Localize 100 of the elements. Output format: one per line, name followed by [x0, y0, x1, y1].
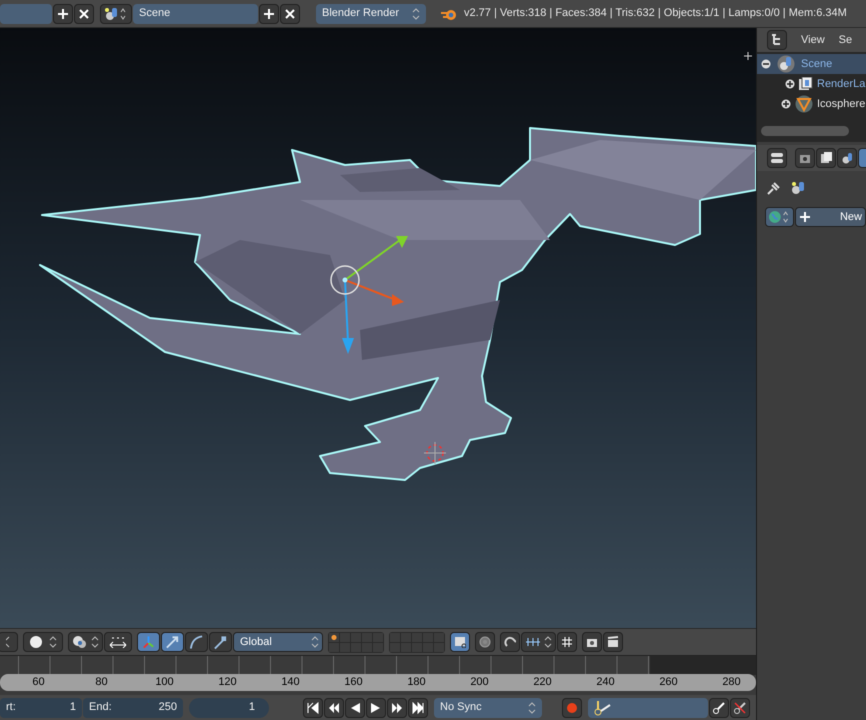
layer-cell[interactable] — [340, 642, 350, 652]
manipulator-button[interactable] — [209, 632, 232, 652]
field-value: 1 — [248, 700, 255, 716]
layer-cell[interactable] — [373, 632, 383, 642]
manipulator-button[interactable] — [185, 632, 208, 652]
record-button[interactable] — [562, 698, 582, 718]
layer-cell[interactable] — [351, 632, 361, 642]
properties-tab[interactable] — [795, 148, 815, 168]
start-field[interactable]: rt: 1 — [0, 698, 82, 718]
proportional-icon — [479, 636, 491, 648]
frame-label: 240 — [595, 675, 616, 690]
render-icon — [799, 152, 811, 164]
menu-item[interactable]: View — [801, 32, 825, 48]
play-button[interactable] — [366, 698, 386, 718]
frame-label: 180 — [406, 675, 427, 690]
pin-icon — [767, 181, 781, 195]
layer-cell[interactable] — [412, 632, 422, 642]
expand-icon[interactable] — [781, 99, 791, 109]
jump-keyframe-forward-button[interactable] — [387, 698, 407, 718]
layer-cell[interactable] — [362, 642, 372, 652]
proportional-button[interactable] — [475, 632, 495, 652]
current-frame-field[interactable]: 1 — [189, 698, 269, 718]
snap-target-icon — [561, 636, 573, 648]
record-icon — [566, 702, 578, 714]
plus-icon[interactable] — [744, 52, 752, 60]
layer-cell[interactable] — [412, 642, 422, 652]
keying-set-field[interactable] — [588, 698, 708, 718]
transform-gizmo[interactable] — [330, 236, 408, 354]
scale-icon — [213, 634, 228, 650]
end-field[interactable]: End: 250 — [83, 698, 183, 718]
tree-item[interactable]: RenderLa — [817, 76, 866, 92]
new-button[interactable]: New — [795, 207, 866, 227]
field-label: End: — [89, 700, 112, 716]
layer-cell[interactable] — [351, 642, 361, 652]
layer-cell[interactable] — [401, 632, 411, 642]
mode-dropdown[interactable] — [0, 632, 18, 652]
insert-key-button[interactable] — [709, 698, 729, 718]
scene-field[interactable]: Scene — [133, 4, 258, 24]
scrollbar[interactable] — [761, 126, 849, 136]
outliner-type-icon — [771, 34, 783, 46]
delete-key-button[interactable] — [730, 698, 750, 718]
frame-label: 100 — [154, 675, 175, 690]
render-icon — [586, 636, 598, 648]
sync-dropdown[interactable]: No Sync — [434, 698, 542, 718]
close-icon — [78, 8, 90, 20]
layout-field[interactable] — [0, 4, 52, 24]
properties-tab[interactable] — [837, 148, 857, 168]
layer-cell[interactable] — [340, 632, 350, 642]
editor-type-button[interactable] — [767, 148, 787, 168]
jump-keyframe-back-button[interactable] — [324, 698, 344, 718]
layer-cell[interactable] — [390, 642, 400, 652]
play-icon — [370, 702, 382, 714]
layer-cell[interactable] — [423, 642, 433, 652]
shading-dropdown[interactable] — [23, 632, 63, 652]
manipulator-button[interactable] — [161, 632, 184, 652]
layers-icon — [820, 152, 832, 164]
layer-cell[interactable] — [401, 642, 411, 652]
manipulator-button[interactable] — [137, 632, 160, 652]
layer-cell[interactable] — [423, 632, 433, 642]
layer-cell[interactable] — [329, 632, 339, 642]
jump-start-button[interactable] — [303, 698, 323, 718]
snap-element-dropdown[interactable] — [521, 632, 556, 652]
layer-cell[interactable] — [390, 632, 400, 642]
tree-item[interactable]: Icosphere — [817, 96, 866, 112]
world-selector[interactable] — [765, 207, 794, 227]
properties-tab[interactable] — [816, 148, 836, 168]
only-origins-button[interactable] — [104, 632, 132, 652]
expand-icon[interactable] — [785, 79, 795, 89]
menu-item[interactable]: Se — [838, 32, 852, 48]
collapse-icon[interactable] — [761, 59, 771, 69]
frame-label: 200 — [469, 675, 490, 690]
timeline-ruler[interactable]: 60 80 100 120 140 160 180 200 220 240 260 280 — [0, 674, 756, 691]
layer-cell[interactable] — [373, 642, 383, 652]
only-origins-icon — [108, 636, 128, 648]
layer-cell[interactable] — [362, 632, 372, 642]
frame-label: 60 — [31, 675, 46, 690]
layer-cell[interactable] — [434, 642, 444, 652]
render-button[interactable] — [582, 632, 602, 652]
pivot-dropdown[interactable] — [68, 632, 103, 652]
outliner-type-button[interactable] — [767, 30, 787, 50]
orientation-dropdown[interactable]: Global — [233, 632, 323, 652]
add-button[interactable] — [259, 4, 279, 24]
field-value: 1 — [70, 700, 76, 716]
toggle-icon — [141, 634, 156, 650]
translate-icon — [165, 634, 180, 650]
lock-button[interactable] — [450, 632, 470, 652]
animation-button[interactable] — [603, 632, 623, 652]
layer-cell[interactable] — [329, 642, 339, 652]
layer-cell[interactable] — [434, 632, 444, 642]
scene-selector[interactable] — [100, 4, 132, 24]
jump-end-button[interactable] — [408, 698, 428, 718]
magnet-button[interactable] — [500, 632, 520, 652]
close-button[interactable] — [74, 4, 94, 24]
play-reverse-button[interactable] — [345, 698, 365, 718]
add-button[interactable] — [53, 4, 73, 24]
updown-icon — [528, 702, 536, 714]
close-button[interactable] — [280, 4, 300, 24]
render-engine-dropdown[interactable]: Blender Render — [316, 4, 426, 24]
add-icon — [263, 8, 275, 20]
snap-target-button[interactable] — [557, 632, 577, 652]
